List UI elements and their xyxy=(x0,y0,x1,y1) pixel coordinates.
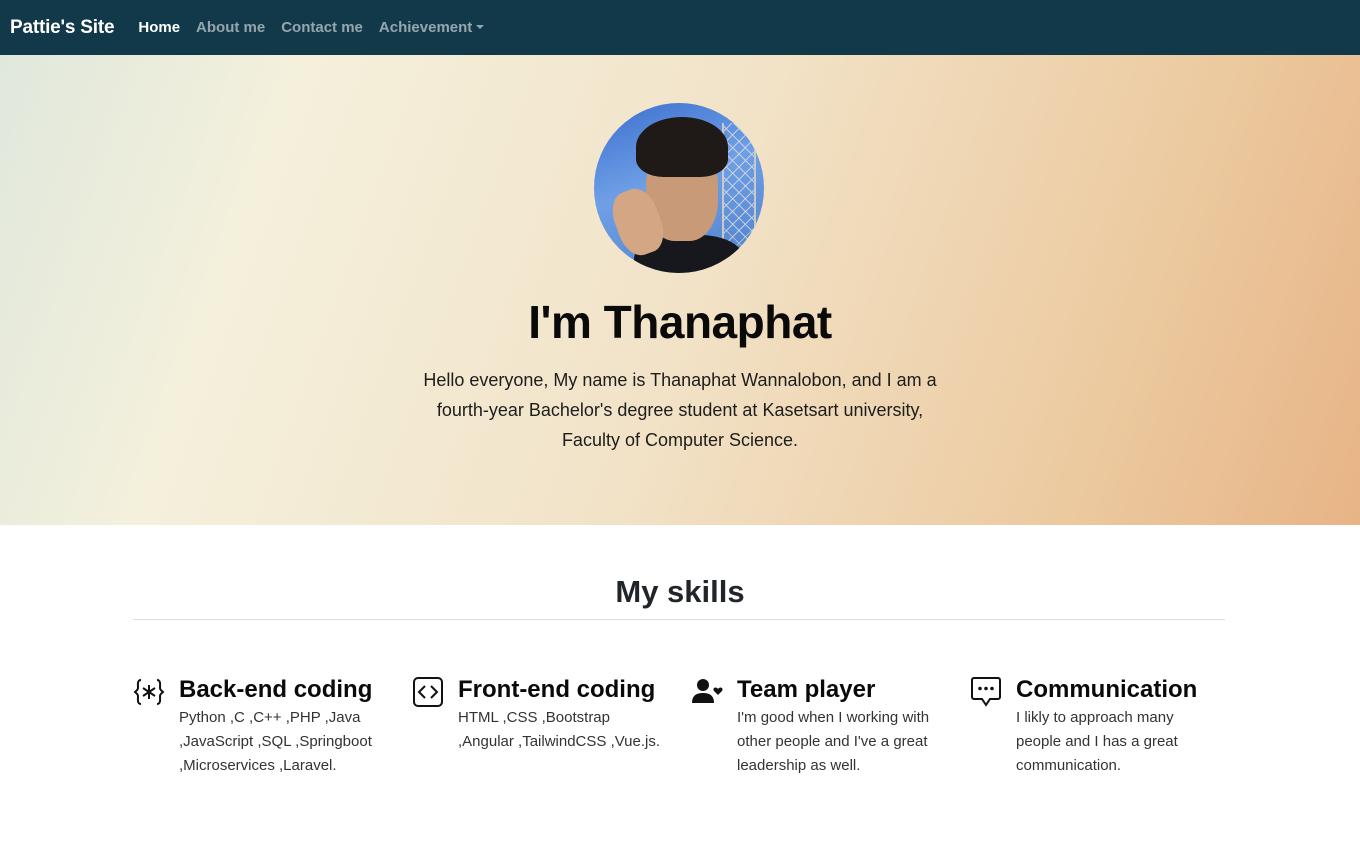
hero-section: I'm Thanaphat Hello everyone, My name is… xyxy=(0,55,1360,525)
nav-achievement-label: Achievement xyxy=(378,19,473,36)
skill-heading: Front-end coding xyxy=(458,676,656,703)
nav-about[interactable]: About me xyxy=(196,19,265,36)
braces-asterisk-icon xyxy=(133,679,165,705)
skill-heading: Back-end coding xyxy=(179,676,373,703)
skills-title: My skills xyxy=(615,574,745,609)
hero-intro: Hello everyone, My name is Thanaphat Wan… xyxy=(423,370,937,450)
hero-title: I'm Thanaphat xyxy=(528,296,832,348)
nav-home[interactable]: Home xyxy=(138,19,180,36)
skill-description: I likly to approach many people and I ha… xyxy=(1016,709,1178,774)
profile-photo xyxy=(594,103,764,273)
skill-heading: Team player xyxy=(737,676,876,703)
skill-heading: Communication xyxy=(1016,676,1198,703)
nav-achievement-dropdown[interactable]: Achievement xyxy=(378,19,485,36)
brand-link[interactable]: Pattie's Site xyxy=(10,17,115,39)
chat-dots-icon xyxy=(971,677,1001,707)
photo-hair xyxy=(636,117,728,177)
nav-contact[interactable]: Contact me xyxy=(281,19,363,36)
navbar: Pattie's Site Home About me Contact me A… xyxy=(0,0,1360,55)
code-square-icon xyxy=(413,677,443,707)
person-heart-icon xyxy=(692,679,723,703)
caret-down-icon xyxy=(476,25,485,30)
skills-divider xyxy=(133,619,1225,620)
skill-description: HTML ,CSS ,Bootstrap ,Angular ,TailwindC… xyxy=(458,709,661,750)
skill-description: I'm good when I working with other peopl… xyxy=(737,709,930,774)
skill-description: Python ,C ,C++ ,PHP ,Java ,JavaScript ,S… xyxy=(179,709,372,774)
